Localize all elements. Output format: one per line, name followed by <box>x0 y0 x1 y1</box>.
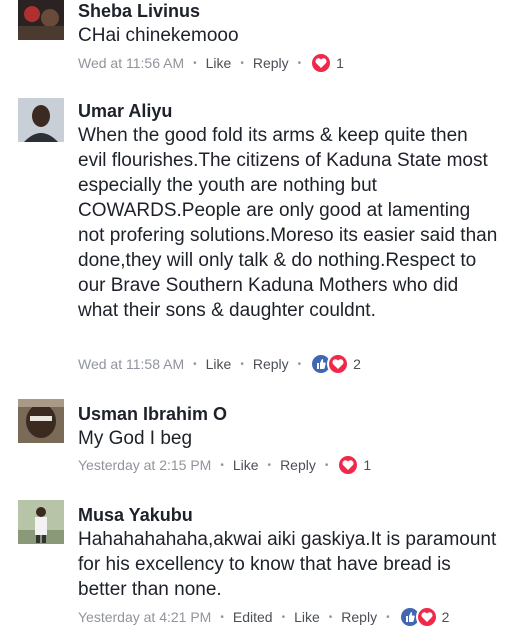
reactions-summary[interactable]: 2 <box>398 606 450 628</box>
reply-button[interactable]: Reply <box>341 609 377 625</box>
comment-text: When the good fold its arms & keep quite… <box>78 125 498 321</box>
separator-dot: • <box>297 358 302 370</box>
avatar[interactable] <box>18 0 64 40</box>
like-button[interactable]: Like <box>294 609 320 625</box>
like-button[interactable]: Like <box>206 55 232 71</box>
comment-timestamp[interactable]: Wed at 11:58 AM <box>78 356 184 372</box>
avatar-image <box>18 0 64 40</box>
comment-timestamp[interactable]: Yesterday at 4:21 PM <box>78 609 211 625</box>
reaction-count: 1 <box>363 457 372 473</box>
reaction-count: 2 <box>441 609 450 625</box>
separator-dot: • <box>281 611 286 623</box>
reactions-summary[interactable]: 1 <box>310 52 344 74</box>
avatar-image <box>18 500 64 544</box>
edited-link[interactable]: Edited <box>233 609 273 625</box>
reaction-count: 1 <box>336 55 344 71</box>
separator-dot: • <box>324 459 329 471</box>
reply-button[interactable]: Reply <box>253 55 289 71</box>
avatar[interactable] <box>18 500 64 544</box>
like-button[interactable]: Like <box>206 356 232 372</box>
comment-text: My God I beg <box>78 428 193 449</box>
separator-dot: • <box>193 358 197 370</box>
comment-author[interactable]: Umar Aliyu <box>78 101 172 122</box>
separator-dot: • <box>386 611 390 623</box>
separator-dot: • <box>220 459 224 471</box>
separator-dot: • <box>193 57 197 69</box>
separator-dot: • <box>328 611 333 623</box>
comment-timestamp[interactable]: Yesterday at 2:15 PM <box>78 457 211 473</box>
love-reaction-icon <box>337 454 360 476</box>
separator-dot: • <box>240 358 244 370</box>
love-reaction-icon <box>327 353 350 375</box>
separator-dot: • <box>240 57 244 69</box>
comment-meta: Yesterday at 2:15 PM • Like • Reply • 1 <box>78 454 371 476</box>
separator-dot: • <box>297 57 302 69</box>
comment-meta: Wed at 11:56 AM • Like • Reply • 1 <box>78 52 344 74</box>
comment-text: CHai chinekemooo <box>78 25 239 46</box>
comment-text: Hahahahahaha,akwai aiki gaskiya.It is pa… <box>78 529 497 600</box>
love-reaction-icon <box>415 606 438 628</box>
reaction-count: 2 <box>353 356 361 372</box>
avatar-image <box>18 98 64 142</box>
avatar-image <box>18 399 64 443</box>
separator-dot: • <box>220 611 224 623</box>
avatar[interactable] <box>18 98 64 142</box>
avatar[interactable] <box>18 399 64 443</box>
love-reaction-icon <box>310 52 333 74</box>
reactions-summary[interactable]: 2 <box>310 353 361 375</box>
like-button[interactable]: Like <box>233 457 259 473</box>
comment-author[interactable]: Musa Yakubu <box>78 505 193 526</box>
separator-dot: • <box>267 459 272 471</box>
comment-meta: Yesterday at 4:21 PM • Edited • Like • R… <box>78 606 449 628</box>
reply-button[interactable]: Reply <box>280 457 316 473</box>
reactions-summary[interactable]: 1 <box>337 454 371 476</box>
comment-author[interactable]: Usman Ibrahim O <box>78 404 227 425</box>
reply-button[interactable]: Reply <box>253 356 289 372</box>
comment-meta: Wed at 11:58 AM • Like • Reply • 2 <box>78 353 361 375</box>
comment-author[interactable]: Sheba Livinus <box>78 1 200 22</box>
comment-timestamp[interactable]: Wed at 11:56 AM <box>78 55 184 71</box>
